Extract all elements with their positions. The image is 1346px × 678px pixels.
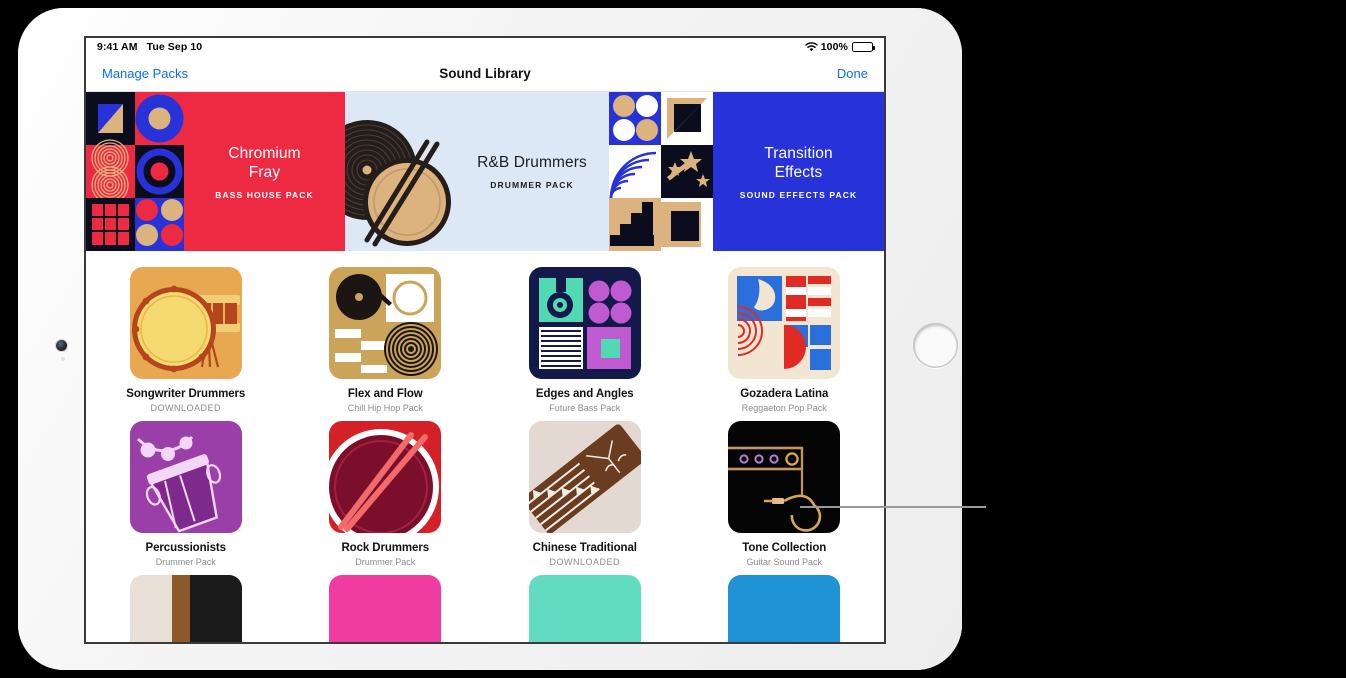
red-drum-sticks-art — [329, 421, 442, 533]
pack-tile-edges-and-angles[interactable]: Edges and Angles Future Bass Pack — [485, 267, 685, 413]
pack-status: Drummer Pack — [155, 557, 216, 567]
pack-status: Guitar Sound Pack — [746, 557, 823, 567]
vinyl-tan-art — [329, 267, 442, 379]
banner-subtitle: BASS HOUSE PACK — [215, 189, 314, 200]
sound-pack-grid-scroll[interactable]: Songwriter Drummers DOWNLOADED Flex and … — [86, 251, 884, 642]
banner-subtitle: SOUND EFFECTS PACK — [739, 189, 858, 200]
pack-name: Chinese Traditional — [532, 542, 637, 554]
pack-name: Percussionists — [145, 542, 227, 554]
partial-art-1 — [129, 575, 242, 642]
partial-art-3 — [528, 575, 641, 642]
pack-status: Future Bass Pack — [549, 403, 621, 413]
wifi-icon — [805, 42, 818, 52]
featured-banner-row: Chromium Fray BASS HOUSE PACK R&B Drumme… — [86, 92, 884, 251]
pack-name: Tone Collection — [742, 542, 827, 554]
geometric-blocks-red-art — [86, 92, 184, 251]
callout-line — [800, 506, 986, 508]
partial-art-2 — [329, 575, 442, 642]
pack-tile-flex-and-flow[interactable]: Flex and Flow Chill Hip Hop Pack — [286, 267, 486, 413]
pack-name: Edges and Angles — [535, 388, 634, 400]
pack-status: Drummer Pack — [355, 557, 416, 567]
banner-title-line1: Chromium — [228, 144, 301, 162]
status-date: Tue Sep 10 — [146, 41, 203, 53]
front-camera-icon — [56, 340, 67, 351]
pack-status: DOWNLOADED — [150, 403, 221, 413]
pack-tile-tone-collection[interactable]: Tone Collection Guitar Sound Pack — [685, 421, 885, 567]
banner-title-line2: Fray — [248, 163, 281, 181]
home-button[interactable] — [913, 323, 958, 368]
black-amp-cable-art — [728, 421, 841, 533]
pack-name: Flex and Flow — [347, 388, 423, 400]
ipad-screen: 9:41 AM Tue Sep 10 100% Manage Packs Sou… — [86, 38, 884, 642]
status-time: 9:41 AM — [97, 41, 138, 53]
partial-art-4 — [728, 575, 841, 642]
done-button[interactable]: Done — [837, 66, 868, 81]
pack-status: Chill Hip Hop Pack — [347, 403, 423, 413]
guzheng-brown-art — [528, 421, 641, 533]
pack-name: Songwriter Drummers — [126, 388, 246, 400]
banner-title-line1: R&B Drummers — [477, 154, 587, 171]
purple-conga-art — [129, 421, 242, 533]
pack-name: Gozadera Latina — [740, 388, 829, 400]
pack-tile-partial-4[interactable] — [685, 575, 885, 642]
manage-packs-button[interactable]: Manage Packs — [102, 66, 188, 81]
ambient-sensor-icon — [61, 357, 65, 361]
vinyl-drum-sticks-art — [345, 92, 455, 251]
navy-synth-art — [528, 267, 641, 379]
status-bar: 9:41 AM Tue Sep 10 100% — [86, 38, 884, 56]
page-title: Sound Library — [439, 66, 531, 81]
ipad-device: 9:41 AM Tue Sep 10 100% Manage Packs Sou… — [18, 8, 962, 670]
pack-name: Rock Drummers — [341, 542, 430, 554]
pack-status: Reggaeton Pop Pack — [741, 403, 827, 413]
battery-percent-label: 100% — [820, 41, 848, 53]
featured-banner-transition-effects[interactable]: Transition Effects SOUND EFFECTS PACK — [609, 92, 884, 251]
sound-pack-grid: Songwriter Drummers DOWNLOADED Flex and … — [86, 267, 884, 642]
banner-title-line2: Effects — [774, 163, 823, 181]
banner-title-line1: Transition — [764, 144, 833, 162]
banner-subtitle: DRUMMER PACK — [490, 180, 574, 190]
pack-tile-partial-3[interactable] — [485, 575, 685, 642]
pack-tile-songwriter-drummers[interactable]: Songwriter Drummers DOWNLOADED — [86, 267, 286, 413]
pack-tile-rock-drummers[interactable]: Rock Drummers Drummer Pack — [286, 421, 486, 567]
pack-tile-chinese-traditional[interactable]: Chinese Traditional DOWNLOADED — [485, 421, 685, 567]
drum-kit-orange-art — [129, 267, 242, 379]
featured-banner-rnb-drummers[interactable]: R&B Drummers DRUMMER PACK — [345, 92, 609, 251]
battery-full-icon — [852, 42, 876, 52]
pack-tile-percussionists[interactable]: Percussionists Drummer Pack — [86, 421, 286, 567]
pack-tile-partial-1[interactable] — [86, 575, 286, 642]
pack-tile-partial-2[interactable] — [286, 575, 486, 642]
geometric-blocks-blue-art — [609, 92, 713, 251]
cream-blocks-art — [728, 267, 841, 379]
screenshot-stage: 9:41 AM Tue Sep 10 100% Manage Packs Sou… — [0, 0, 1346, 678]
pack-status: DOWNLOADED — [549, 557, 620, 567]
pack-tile-gozadera-latina[interactable]: Gozadera Latina Reggaeton Pop Pack — [685, 267, 885, 413]
featured-banner-chromium-fray[interactable]: Chromium Fray BASS HOUSE PACK — [86, 92, 345, 251]
navigation-bar: Manage Packs Sound Library Done — [86, 56, 884, 92]
